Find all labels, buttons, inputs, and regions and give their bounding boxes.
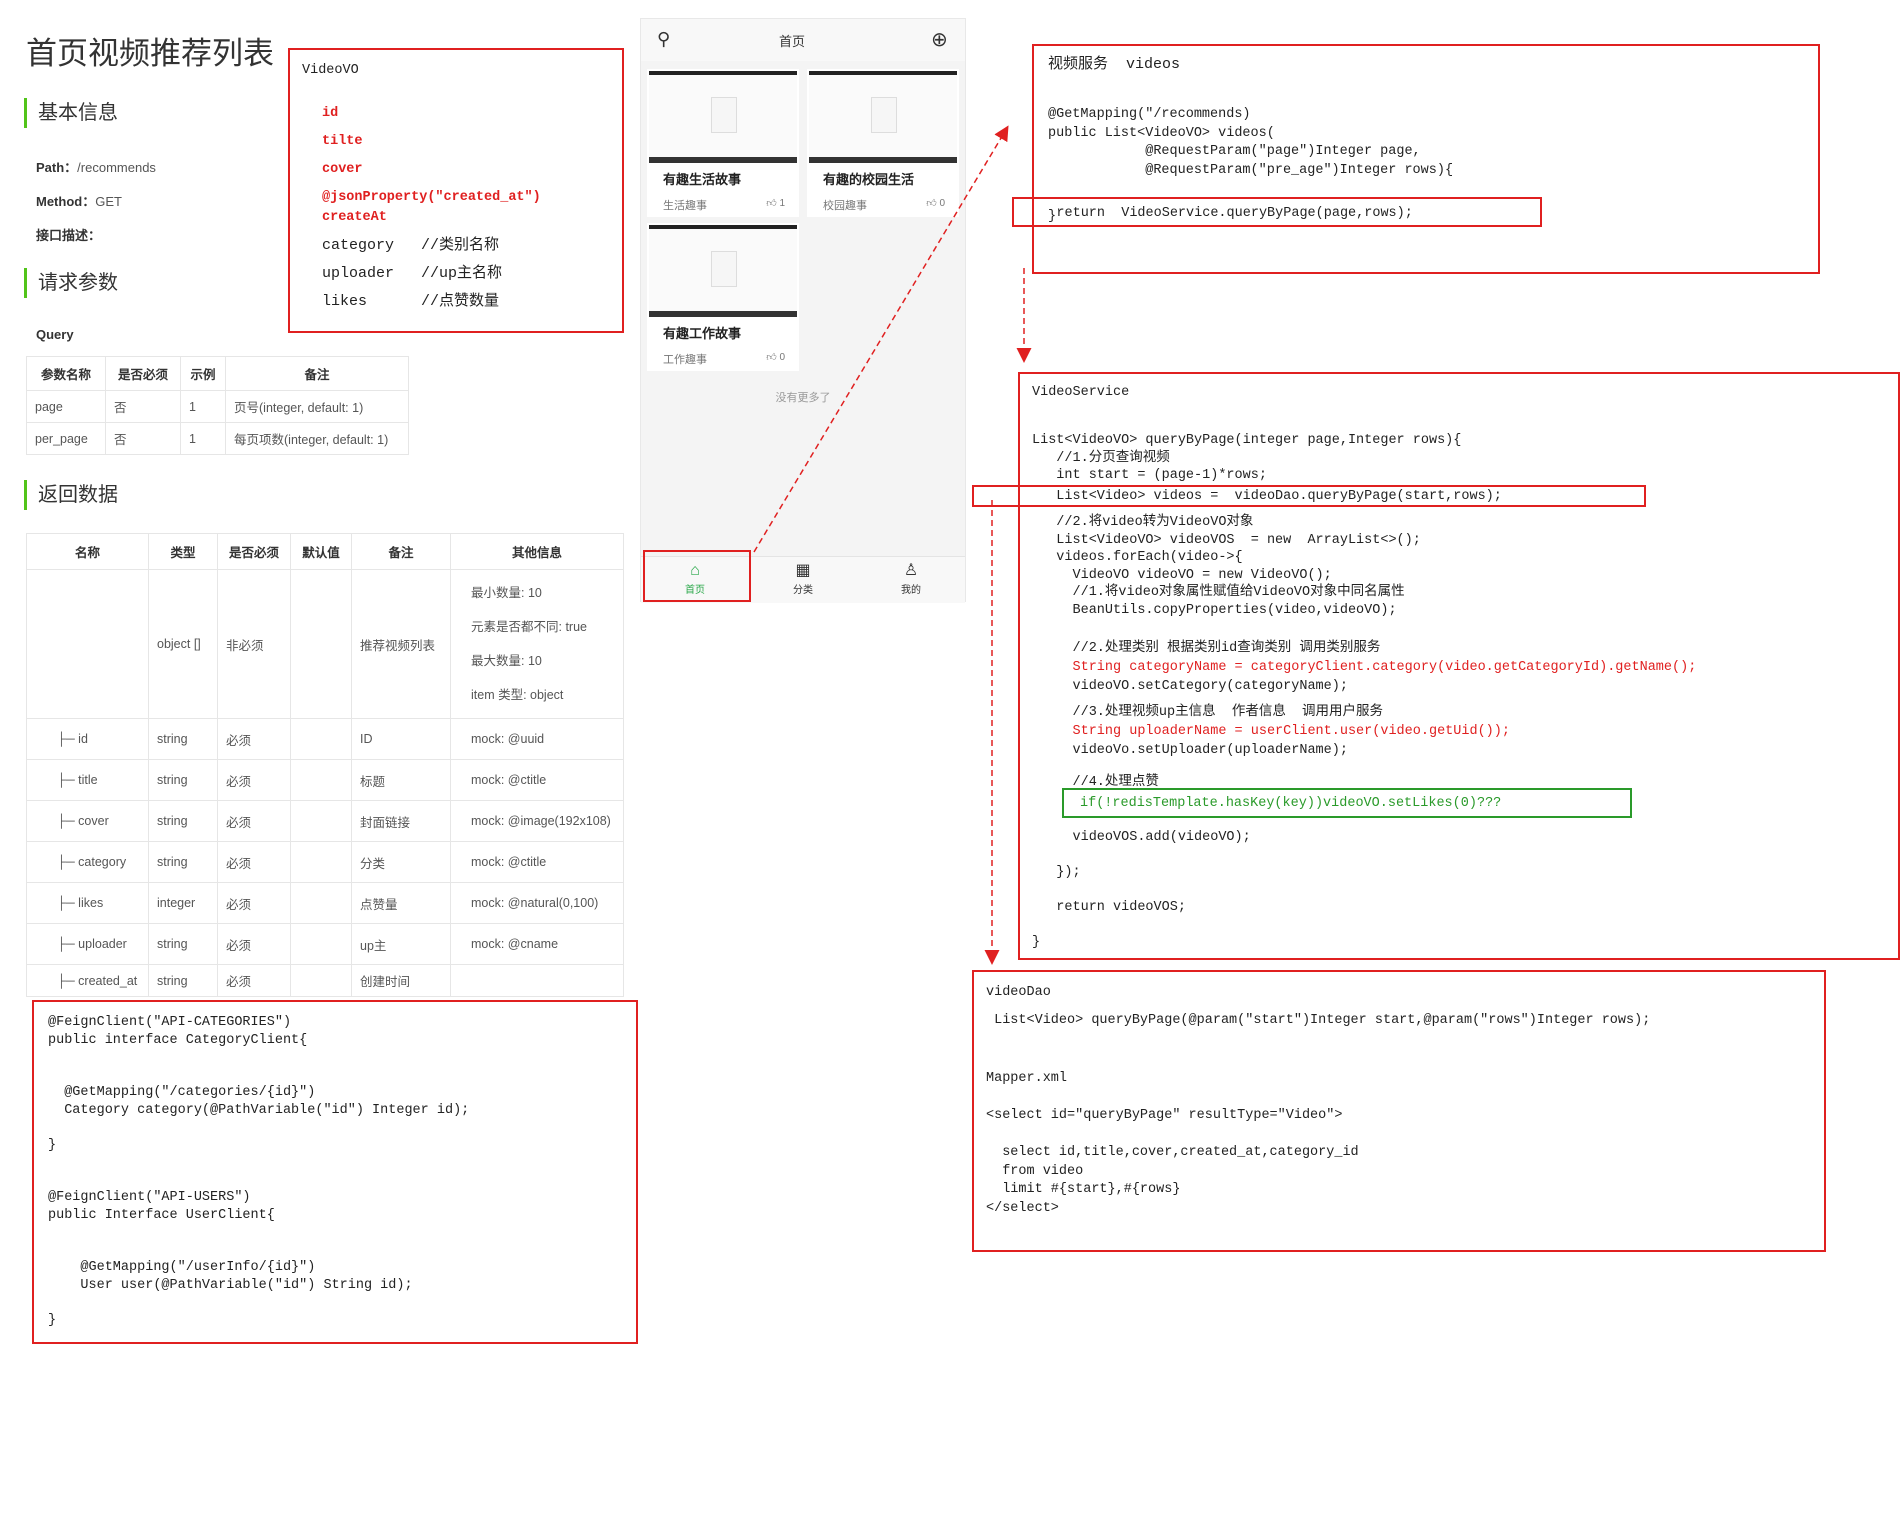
arrow-home-to-service: [753, 125, 1009, 553]
flow-arrows: [753, 125, 1032, 965]
